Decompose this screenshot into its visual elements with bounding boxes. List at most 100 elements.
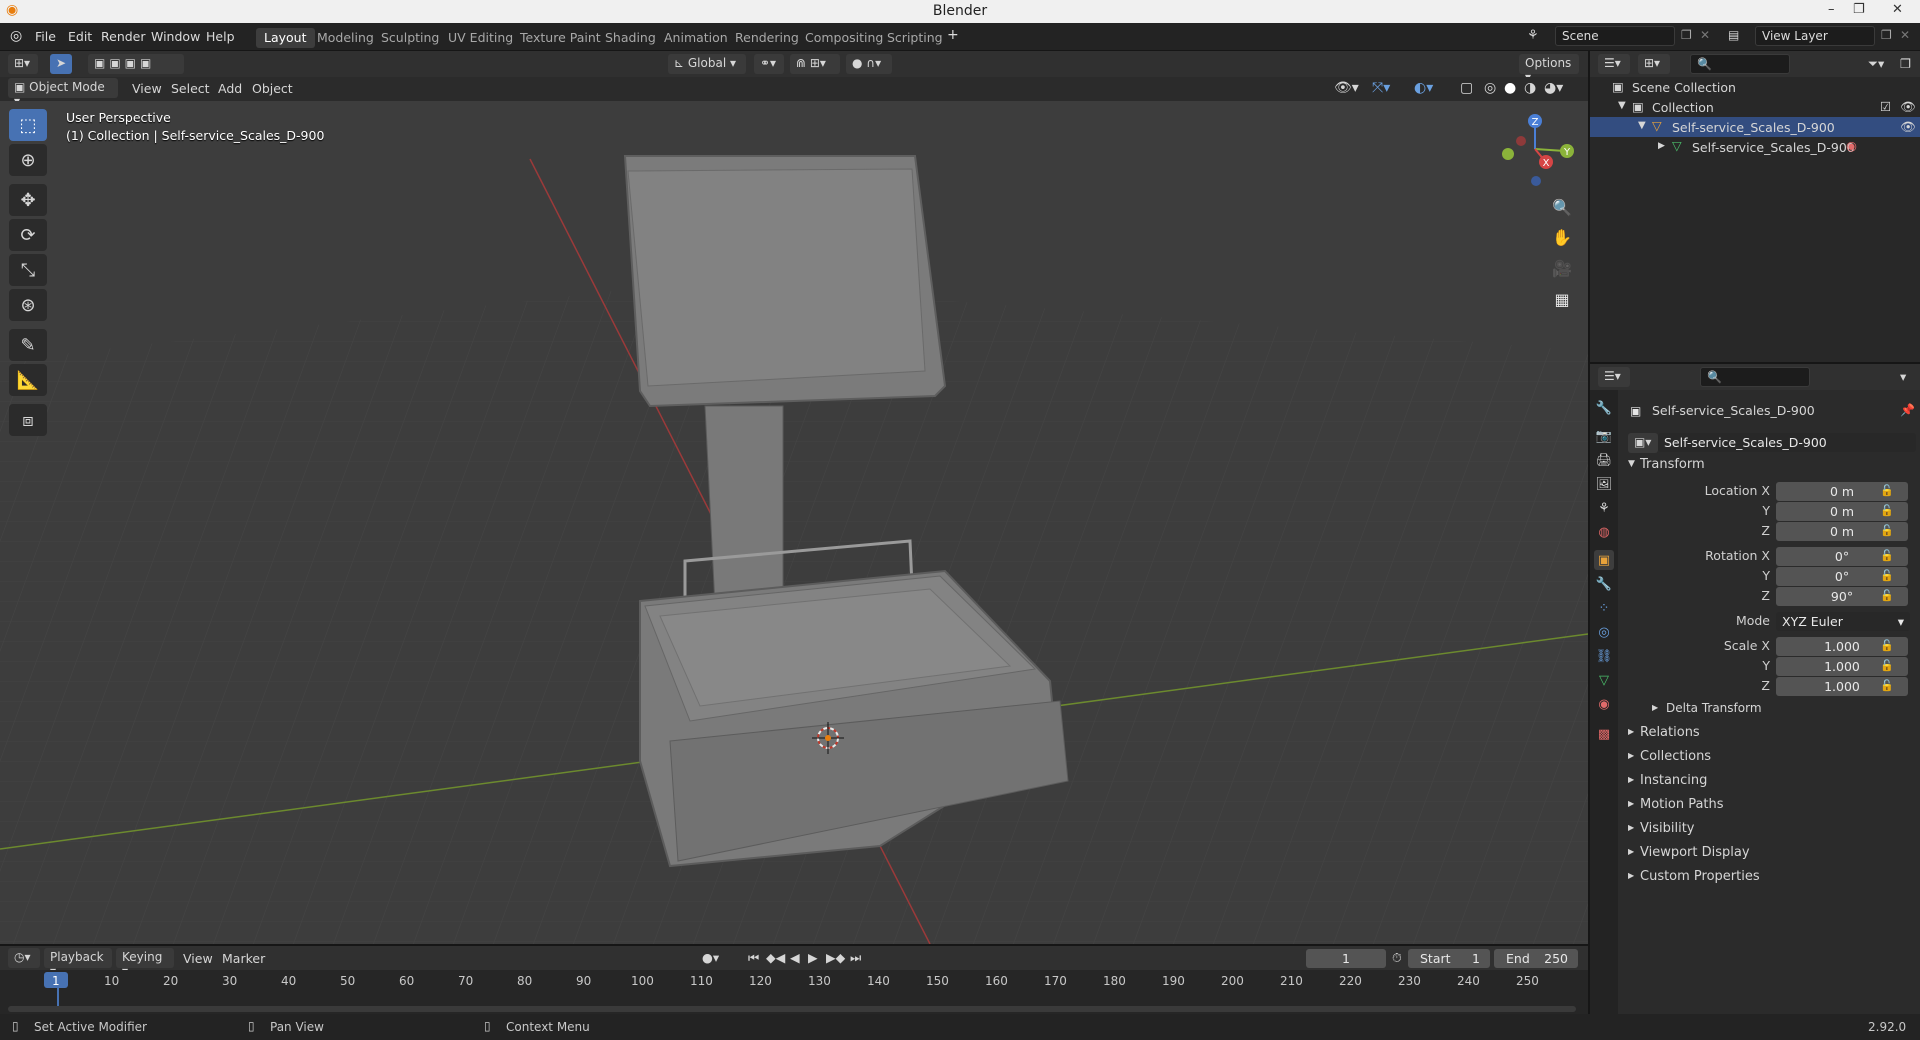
outliner-row-object[interactable]: ▼ ▽ Self-service_Scales_D-900 👁 (1590, 117, 1920, 137)
custom-properties-expand-arrow-icon[interactable]: ▶ (1628, 871, 1634, 880)
select-tool-icon[interactable]: ➤ (50, 54, 72, 74)
expand-arrow-icon[interactable]: ▼ (1618, 100, 1626, 111)
relations-expand-arrow-icon[interactable]: ▶ (1628, 727, 1634, 736)
zoom-icon[interactable]: 🔍 (1548, 193, 1576, 221)
instancing-expand-arrow-icon[interactable]: ▶ (1628, 775, 1634, 784)
timeline-marker-menu[interactable]: Marker (222, 951, 265, 966)
visibility-section[interactable]: Visibility (1640, 821, 1694, 836)
tab-compositing[interactable]: Compositing (797, 28, 891, 48)
blender-menu-icon[interactable]: ◎ (10, 28, 22, 44)
menu-add[interactable]: Add (218, 81, 242, 96)
tab-sculpting[interactable]: Sculpting (373, 28, 447, 48)
rotate-tool-icon[interactable]: ⟳ (9, 219, 47, 251)
object-visibility-eye-icon[interactable]: 👁 (1900, 119, 1916, 135)
motion-paths-section[interactable]: Motion Paths (1640, 797, 1724, 812)
expand-arrow-icon[interactable]: ▼ (1638, 120, 1646, 131)
collapse-arrow-icon[interactable]: ▶ (1658, 141, 1665, 151)
output-tab-icon[interactable]: 🖨 (1594, 450, 1614, 470)
menu-object[interactable]: Object (252, 81, 293, 96)
add-cube-tool-icon[interactable]: ⧈ (9, 404, 47, 436)
wireframe-shading-icon[interactable]: ◎ (1484, 80, 1496, 96)
object-name-field[interactable]: Self-service_Scales_D-900 (1658, 433, 1916, 452)
editor-type-icon[interactable]: ⊞▾ (8, 54, 38, 74)
menu-view[interactable]: View (132, 81, 162, 96)
current-frame-field[interactable]: 1 (1306, 949, 1386, 968)
playback-menu[interactable]: Playback ▾ (44, 948, 112, 978)
outliner-search-input[interactable]: 🔍 (1690, 54, 1790, 74)
timeline-area[interactable]: 1 10 20 30 40 50 60 70 80 90 100 110 120… (0, 970, 1588, 1014)
end-frame-field[interactable]: End 250 (1494, 949, 1578, 968)
scale-tool-icon[interactable]: ⤡ (9, 254, 47, 286)
instancing-section[interactable]: Instancing (1640, 773, 1707, 788)
move-tool-icon[interactable]: ✥ (9, 184, 47, 216)
menu-select[interactable]: Select (171, 81, 210, 96)
rotation-z-lock-icon[interactable]: 🔓 (1880, 589, 1894, 602)
delete-view-layer-icon[interactable]: ✕ (1900, 28, 1910, 42)
new-scene-icon[interactable]: ❐ (1681, 28, 1692, 42)
timeline-editor-type-icon[interactable]: ◷▾ (8, 948, 40, 968)
location-z-lock-icon[interactable]: 🔓 (1880, 524, 1894, 537)
auto-keying-record-icon[interactable]: ●▾ (702, 950, 719, 965)
motion-paths-expand-arrow-icon[interactable]: ▶ (1628, 799, 1634, 808)
properties-search-input[interactable]: 🔍 (1700, 367, 1810, 387)
proportional-editing-icon[interactable]: ● ∩▾ (846, 54, 892, 74)
tab-uv-editing[interactable]: UV Editing (440, 28, 521, 48)
select-box-tool-icon[interactable]: ⬚ (9, 109, 47, 141)
play-reverse-icon[interactable]: ◀ (790, 950, 800, 965)
tab-scripting[interactable]: Scripting (879, 28, 951, 48)
outliner-row-collection[interactable]: ▼ ▣ Collection ☑ 👁 (1590, 97, 1920, 117)
jump-to-keyframe-back-icon[interactable]: ◆◀ (766, 950, 785, 965)
jump-to-end-icon[interactable]: ⏭ (850, 950, 861, 966)
viewport-display-section[interactable]: Viewport Display (1640, 845, 1750, 860)
tab-animation[interactable]: Animation (656, 28, 736, 48)
world-tab-icon[interactable]: ◍ (1594, 522, 1614, 542)
display-mode-icon[interactable]: ⊞▾ (1638, 54, 1670, 74)
object-mode-dropdown[interactable]: ▣ Object Mode ▾ (8, 78, 118, 108)
tab-modeling[interactable]: Modeling (309, 28, 382, 48)
timeline-view-menu[interactable]: View (183, 951, 213, 966)
physics-tab-icon[interactable]: ◎ (1594, 622, 1614, 642)
measure-tool-icon[interactable]: 📐 (9, 364, 47, 396)
render-tab-icon[interactable]: 📷 (1594, 426, 1614, 446)
exclude-checkbox-icon[interactable]: ☑ (1880, 99, 1891, 114)
delta-transform-expand-arrow-icon[interactable]: ▶ (1652, 703, 1658, 712)
add-workspace-button[interactable]: + (947, 27, 959, 43)
location-y-lock-icon[interactable]: 🔓 (1880, 504, 1894, 517)
pivot-point-icon[interactable]: ⚭▾ (754, 54, 784, 74)
visibility-expand-arrow-icon[interactable]: ▶ (1628, 823, 1634, 832)
texture-tab-icon[interactable]: ▩ (1594, 724, 1614, 744)
transform-orientation-dropdown[interactable]: ⊾ Global ▾ (668, 54, 746, 74)
data-tab-icon[interactable]: ▽ (1594, 670, 1614, 690)
scale-x-lock-icon[interactable]: 🔓 (1880, 639, 1894, 652)
perspective-toggle-icon[interactable]: ▦ (1548, 285, 1576, 313)
outliner-row-scene-collection[interactable]: ▣ Scene Collection (1590, 77, 1920, 97)
material-tab-icon[interactable]: ◉ (1594, 694, 1614, 714)
collections-section[interactable]: Collections (1640, 749, 1711, 764)
start-frame-field[interactable]: Start 1 (1408, 949, 1490, 968)
transform-section-title[interactable]: Transform (1640, 457, 1705, 472)
material-shading-icon[interactable]: ◑ (1524, 80, 1536, 96)
transform-tool-icon[interactable]: ⊛ (9, 289, 47, 321)
pin-icon[interactable]: 📌 (1900, 403, 1915, 417)
tab-texture-paint[interactable]: Texture Paint (512, 28, 609, 48)
tool-tab-icon[interactable]: 🔧 (1594, 398, 1614, 418)
solid-shading-icon[interactable]: ● (1504, 80, 1516, 96)
rotation-x-lock-icon[interactable]: 🔓 (1880, 549, 1894, 562)
new-collection-icon[interactable]: ❐ (1900, 56, 1911, 71)
constraints-tab-icon[interactable]: ⛓ (1594, 646, 1614, 666)
3d-viewport[interactable]: Z Y X User Perspective (1) Collection | … (0, 101, 1588, 944)
tab-shading[interactable]: Shading (597, 28, 664, 48)
rendered-shading-icon[interactable]: ◕▾ (1544, 80, 1563, 96)
delete-scene-icon[interactable]: ✕ (1700, 28, 1710, 42)
scale-y-lock-icon[interactable]: 🔓 (1880, 659, 1894, 672)
scale-z-lock-icon[interactable]: 🔓 (1880, 679, 1894, 692)
collections-expand-arrow-icon[interactable]: ▶ (1628, 751, 1634, 760)
filter-icon[interactable]: ⏷▾ (1868, 56, 1884, 72)
scene-tab-icon[interactable]: ⚘ (1594, 498, 1614, 518)
keying-menu[interactable]: Keying ▾ (116, 948, 174, 978)
tab-layout[interactable]: Layout (256, 28, 315, 48)
scene-selector[interactable]: Scene (1555, 26, 1675, 46)
transform-collapse-arrow-icon[interactable]: ▼ (1628, 459, 1635, 469)
view-layer-tab-icon[interactable]: 🖼 (1594, 474, 1614, 494)
particles-tab-icon[interactable]: ⁘ (1594, 598, 1614, 618)
